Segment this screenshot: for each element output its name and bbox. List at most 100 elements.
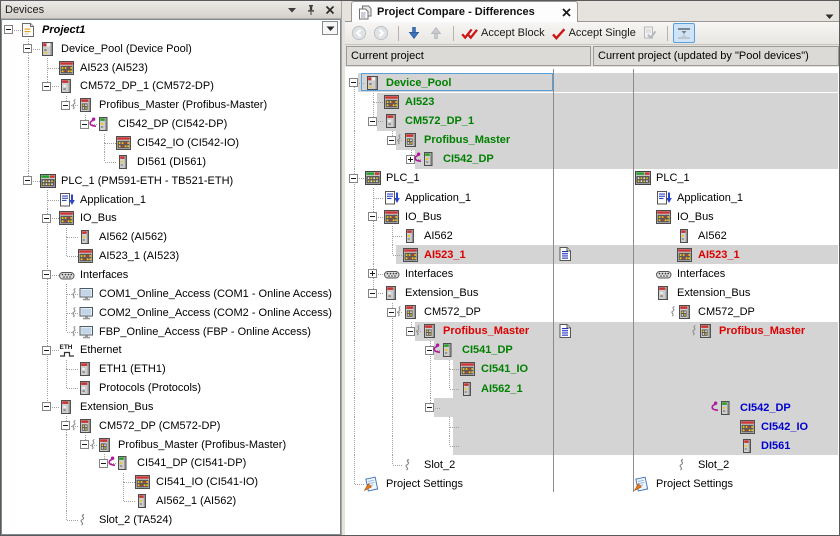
tree-item-ai523-1[interactable]: AI523_1 <box>404 245 466 264</box>
io-grid-icon <box>373 94 401 110</box>
tree-item-ai562-1[interactable]: AI562_1 <box>461 379 523 398</box>
tree-item-ci541-dp-ci541-dp[interactable]: CI541_DP (CI541-DP) <box>117 454 246 473</box>
sync-scrolling-toggle[interactable] <box>673 23 695 43</box>
tree-item-ai523-1-ai523[interactable]: AI523_1 (AI523) <box>79 247 179 266</box>
tree-item-profibus-master[interactable]: Profibus_Master <box>699 322 805 341</box>
tree-item-ai562-1-ai562[interactable]: AI562_1 (AI562) <box>136 492 236 511</box>
diff-shading <box>377 93 838 112</box>
dock-menu-chevron-down-icon[interactable] <box>285 4 299 16</box>
tab-project-compare[interactable]: Project Compare - Differences <box>351 1 578 22</box>
tree-item-label: CI542_DP <box>740 402 791 414</box>
tree-item-cm572-dp-1-cm572-dp[interactable]: CM572_DP_1 (CM572-DP) <box>60 77 214 96</box>
tree-item-interfaces[interactable]: Interfaces <box>657 264 725 283</box>
tree-item-label: Protocols (Protocols) <box>99 382 201 394</box>
tree-item-di561-di561[interactable]: DI561 (DI561) <box>117 152 206 171</box>
ci-module-icon <box>86 116 114 132</box>
accept-block-button[interactable]: Accept Block <box>459 23 547 43</box>
devices-panel-title: Devices <box>5 4 280 16</box>
forward-button[interactable] <box>371 23 391 43</box>
tree-item-label: Interfaces <box>405 268 453 280</box>
tree-item-label: CI541_DP <box>462 344 513 356</box>
plc-icon <box>354 170 382 186</box>
tree-item-slot-2-ta524[interactable]: Slot_2 (TA524) <box>79 511 172 530</box>
tree-guide-line <box>28 58 29 77</box>
tree-item-di561[interactable]: DI561 <box>741 436 790 455</box>
tree-item-extension-bus[interactable]: Extension_Bus <box>60 398 153 417</box>
tree-item-com2-online-access-com2-online-access[interactable]: COM2_Online_Access (COM2 - Online Access… <box>79 303 332 322</box>
tree-item-ai562[interactable]: AI562 <box>678 226 727 245</box>
tree-item-ethernet[interactable]: ETHEthernet <box>60 341 122 360</box>
tree-item-slot-2[interactable]: Slot_2 <box>678 455 729 474</box>
tree-guide-line <box>449 436 450 446</box>
tree-item-ai562[interactable]: AI562 <box>404 226 453 245</box>
tree-guide-line <box>66 435 67 454</box>
back-button[interactable] <box>349 23 369 43</box>
tree-item-plc-1[interactable]: PLC_1 <box>366 169 420 188</box>
tree-item-application-1[interactable]: Application_1 <box>657 188 743 207</box>
tree-item-ci542-dp[interactable]: CI542_DP <box>720 398 791 417</box>
tree-item-label: AI562 <box>424 230 453 242</box>
tree-item-io-bus[interactable]: IO_Bus <box>60 209 117 228</box>
tree-item-io-bus[interactable]: IO_Bus <box>385 207 442 226</box>
column-divider <box>633 69 634 492</box>
tree-item-device-pool[interactable]: Device_Pool <box>366 73 451 92</box>
tree-item-ci542-dp-ci542-dp[interactable]: CI542_DP (CI542-DP) <box>98 115 227 134</box>
tree-item-cm572-dp[interactable]: CM572_DP <box>404 303 481 322</box>
previous-difference-button[interactable] <box>426 23 446 43</box>
next-difference-button[interactable] <box>404 23 424 43</box>
tree-item-label: AI523 <box>405 96 434 108</box>
tree-item-cm572-dp-1[interactable]: CM572_DP_1 <box>385 112 474 131</box>
tree-item-label: AI562 (AI562) <box>99 231 167 243</box>
tree-item-ai523-1[interactable]: AI523_1 <box>678 245 740 264</box>
tree-item-extension-bus[interactable]: Extension_Bus <box>657 284 750 303</box>
tree-item-ci542-io[interactable]: CI542_IO <box>741 417 808 436</box>
tree-item-project1[interactable]: Project1 <box>22 21 85 40</box>
tree-guide-line <box>373 226 374 245</box>
devices-dropdown-button[interactable] <box>322 21 338 35</box>
tree-item-ci541-io[interactable]: CI541_IO <box>461 360 528 379</box>
tree-item-profibus-master[interactable]: Profibus_Master <box>404 131 510 150</box>
tree-item-device-pool-device-pool[interactable]: Device_Pool (Device Pool) <box>41 39 192 58</box>
tree-item-interfaces[interactable]: Interfaces <box>385 264 453 283</box>
accept-single-label: Accept Single <box>569 27 636 39</box>
tree-expander[interactable] <box>425 403 434 412</box>
devices-panel: Devices Project1Device_Pool (Device Pool… <box>0 0 342 536</box>
tree-item-cm572-dp[interactable]: CM572_DP <box>678 303 755 322</box>
tree-item-com1-online-access-com1-online-access[interactable]: COM1_Online_Access (COM1 - Online Access… <box>79 284 332 303</box>
tree-item-plc-1-pm591-eth-tb521-eth[interactable]: PLC_1 (PM591-ETH - TB521-ETH) <box>41 171 233 190</box>
tree-item-interfaces[interactable]: Interfaces <box>60 266 128 285</box>
accept-all-button[interactable] <box>640 23 660 43</box>
tree-item-ci541-dp[interactable]: CI541_DP <box>442 341 513 360</box>
tree-item-application-1[interactable]: Application_1 <box>385 188 471 207</box>
tree-item-ai562-ai562[interactable]: AI562 (AI562) <box>79 228 167 247</box>
tree-item-ci541-io-ci541-io[interactable]: CI541_IO (CI541-IO) <box>136 473 258 492</box>
tree-guide-line <box>392 417 393 436</box>
tree-item-plc-1[interactable]: PLC_1 <box>636 169 690 188</box>
tree-item-profibus-master-profibus-master[interactable]: Profibus_Master (Profibus-Master) <box>79 96 267 115</box>
tree-item-ci542-dp[interactable]: CI542_DP <box>423 150 494 169</box>
tree-item-ci542-io-ci542-io[interactable]: CI542_IO (CI542-IO) <box>117 134 239 153</box>
project-settings-icon <box>624 476 652 492</box>
profibus-module-icon <box>67 97 95 113</box>
tree-item-application-1[interactable]: Application_1 <box>60 190 146 209</box>
tree-item-eth1-eth1[interactable]: ETH1 (ETH1) <box>79 360 166 379</box>
tree-guide-line <box>449 417 450 427</box>
tree-item-io-bus[interactable]: IO_Bus <box>657 207 714 226</box>
tree-item-protocols-protocols[interactable]: Protocols (Protocols) <box>79 379 201 398</box>
tree-item-project-settings[interactable]: Project Settings <box>636 475 733 494</box>
pin-icon[interactable] <box>304 4 318 16</box>
tree-item-cm572-dp-cm572-dp[interactable]: CM572_DP (CM572-DP) <box>79 416 220 435</box>
tree-item-ai523-ai523[interactable]: AI523 (AI523) <box>60 58 148 77</box>
tree-item-slot-2[interactable]: Slot_2 <box>404 455 455 474</box>
device-pool-icon <box>354 75 382 91</box>
tree-item-project-settings[interactable]: Project Settings <box>366 475 463 494</box>
tree-item-profibus-master[interactable]: Profibus_Master <box>423 322 529 341</box>
accept-single-button[interactable]: Accept Single <box>549 23 638 43</box>
tree-item-profibus-master-profibus-master[interactable]: Profibus_Master (Profibus-Master) <box>98 435 286 454</box>
tree-item-extension-bus[interactable]: Extension_Bus <box>385 284 478 303</box>
tab-close-icon[interactable] <box>562 8 571 17</box>
close-icon[interactable] <box>323 4 337 16</box>
tree-item-label: AI562_1 (AI562) <box>156 495 236 507</box>
tree-item-fbp-online-access-fbp-online-access[interactable]: FBP_Online_Access (FBP - Online Access) <box>79 322 311 341</box>
tree-item-ai523[interactable]: AI523 <box>385 93 434 112</box>
